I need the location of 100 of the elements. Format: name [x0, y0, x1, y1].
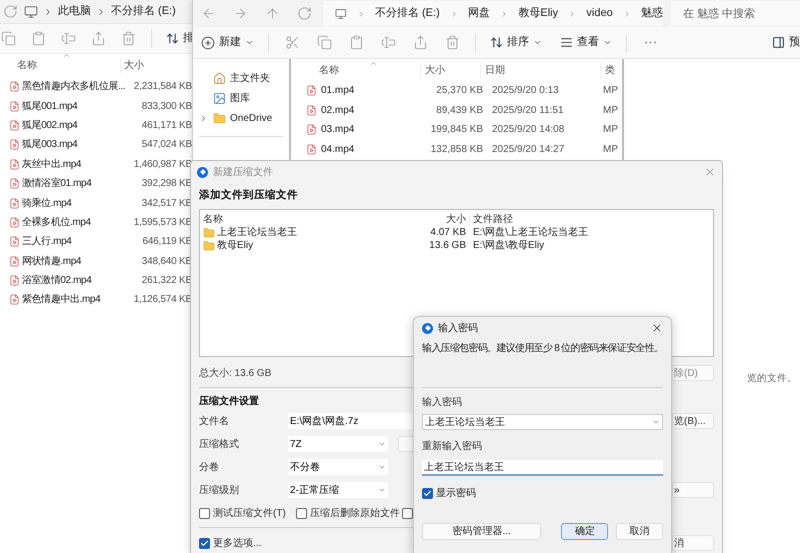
field-label: 分卷: [199, 460, 220, 474]
column-header[interactable]: 名称: [203, 212, 403, 226]
file-date: 2025/9/20 14:27: [491, 142, 566, 157]
field-label: 压缩格式: [199, 438, 240, 452]
expand-icon[interactable]: [199, 114, 208, 122]
breadcrumb-item[interactable]: 此电脑: [58, 3, 91, 20]
checkbox[interactable]: [199, 508, 210, 518]
video-file-icon: [9, 198, 20, 209]
file-name[interactable]: 三人行.mp4: [22, 236, 72, 248]
column-header[interactable]: 名称: [0, 58, 120, 72]
password-combo[interactable]: 上老王论坛当老王: [422, 414, 663, 430]
column-header[interactable]: 类: [600, 62, 615, 78]
sort-button[interactable]: 排序: [490, 34, 542, 51]
field-label: 输入密码: [422, 396, 463, 410]
dropdown[interactable]: 不分卷: [288, 459, 388, 475]
item-path: E:\网盘\教母Eliy: [472, 239, 544, 253]
file-name[interactable]: 02.mp4: [321, 102, 415, 118]
checkbox[interactable]: [402, 508, 413, 518]
file-name[interactable]: 狐尾003.mp4: [22, 139, 78, 150]
options-button[interactable]: [398, 436, 414, 452]
file-name[interactable]: 灰丝中出.mp4: [22, 158, 82, 170]
search-field[interactable]: 在 魅惑 中搜索: [671, 1, 800, 26]
gallery-icon: [213, 92, 226, 104]
view-button[interactable]: 查看: [560, 34, 612, 51]
caret-icon: [652, 418, 660, 426]
file-name[interactable]: 01.mp4: [321, 83, 415, 98]
dialog-title: 输入密码: [438, 322, 478, 336]
file-name-field[interactable]: E:\网盘\网盘.7z: [288, 413, 414, 429]
copy-icon[interactable]: [0, 30, 16, 48]
app-logo-icon: [197, 166, 208, 178]
copy-icon[interactable]: [315, 34, 333, 52]
dropdown[interactable]: 7Z: [288, 436, 388, 452]
breadcrumb-item[interactable]: 不分排名 (E:): [111, 3, 176, 20]
dropdown[interactable]: 2-正常压缩: [288, 482, 388, 498]
file-date: 2025/9/20 14:08: [491, 123, 566, 138]
file-name[interactable]: 03.mp4: [321, 122, 415, 138]
close-icon: [704, 166, 716, 178]
breadcrumb-item[interactable]: video: [586, 5, 613, 22]
delete-icon[interactable]: [120, 30, 138, 48]
file-name[interactable]: 全裸多机位.mp4: [22, 216, 91, 228]
preview-button[interactable]: 预: [772, 34, 800, 51]
video-file-icon: [306, 104, 317, 116]
item-size: 13.6 GB: [428, 239, 467, 253]
confirm-password-field[interactable]: 上老王论坛当老王: [422, 460, 663, 476]
item-name[interactable]: 上老王论坛当老王: [217, 225, 297, 240]
item-name[interactable]: 教母Eliy: [217, 238, 254, 253]
field-label: 压缩级别: [199, 484, 240, 498]
dialog-button[interactable]: 确定: [561, 523, 608, 540]
video-file-icon: [9, 236, 20, 248]
column-header[interactable]: 大小: [420, 62, 480, 78]
dialog-button[interactable]: 密码管理器...: [422, 523, 542, 540]
new-button[interactable]: 新建: [201, 34, 254, 51]
home-icon: [213, 72, 226, 84]
file-size: 2,231,584 KB: [134, 81, 192, 92]
remove-button[interactable]: 除(D): [672, 365, 714, 381]
column-header[interactable]: 文件路径: [469, 212, 513, 226]
breadcrumb-item[interactable]: 不分排名 (E:): [374, 5, 440, 22]
checkbox[interactable]: [199, 538, 210, 548]
nav-item[interactable]: 图库: [193, 88, 289, 108]
file-name[interactable]: 激情浴室01.mp4: [22, 178, 92, 190]
breadcrumb-item[interactable]: 魅惑: [641, 5, 664, 22]
file-name[interactable]: 网状情趣.mp4: [22, 256, 82, 267]
sort-icon: [490, 36, 503, 49]
checkbox-label: 更多选项...: [213, 536, 262, 550]
caret-icon: [533, 38, 542, 47]
share-icon[interactable]: [90, 30, 107, 48]
video-file-icon: [306, 85, 317, 96]
video-file-icon: [9, 275, 20, 286]
file-name[interactable]: 骑乘位.mp4: [22, 198, 72, 209]
advanced-button[interactable]: »: [672, 482, 714, 498]
file-name[interactable]: 浴室激情02.mp4: [22, 275, 92, 286]
total-size: 总大小: 13.6 GB: [199, 366, 272, 380]
address-bar[interactable]: 不分排名 (E:) 网盘 教母Eliy video 魅惑: [323, 1, 663, 26]
caret-icon: [378, 486, 386, 494]
nav-item[interactable]: OneDrive: [193, 108, 289, 128]
dialog-button[interactable]: 取消: [616, 523, 663, 540]
column-header[interactable]: 大小: [120, 58, 144, 72]
column-header[interactable]: 大小: [403, 212, 469, 226]
check-icon: [200, 538, 209, 548]
item-path: E:\网盘\上老王论坛当老王: [472, 226, 588, 240]
file-name[interactable]: 狐尾001.mp4: [22, 100, 78, 112]
breadcrumb-item[interactable]: 教母Eliy: [518, 5, 558, 22]
file-name[interactable]: 04.mp4: [321, 142, 415, 157]
cancel-button[interactable]: 消: [672, 535, 714, 551]
file-type: MP: [603, 123, 618, 138]
checkbox[interactable]: [296, 508, 307, 518]
video-file-icon: [9, 100, 20, 112]
breadcrumb-item[interactable]: 网盘: [468, 5, 490, 22]
nav-item[interactable]: 主文件夹: [193, 68, 289, 88]
file-size: 89,439 KB: [435, 104, 483, 118]
checkbox[interactable]: [422, 488, 433, 499]
file-name[interactable]: 黑色情趣内衣多机位展...: [22, 81, 126, 92]
column-header[interactable]: 日期: [480, 62, 600, 78]
file-name[interactable]: 狐尾002.mp4: [22, 120, 78, 131]
column-header[interactable]: 名称: [300, 62, 420, 78]
browse-button[interactable]: 览(B)...: [672, 413, 714, 429]
folder-icon: [213, 112, 226, 124]
file-size: 833,300 KB: [142, 100, 192, 112]
file-name[interactable]: 紫色情趣中出.mp4: [22, 294, 100, 306]
paste-icon[interactable]: [30, 30, 46, 48]
